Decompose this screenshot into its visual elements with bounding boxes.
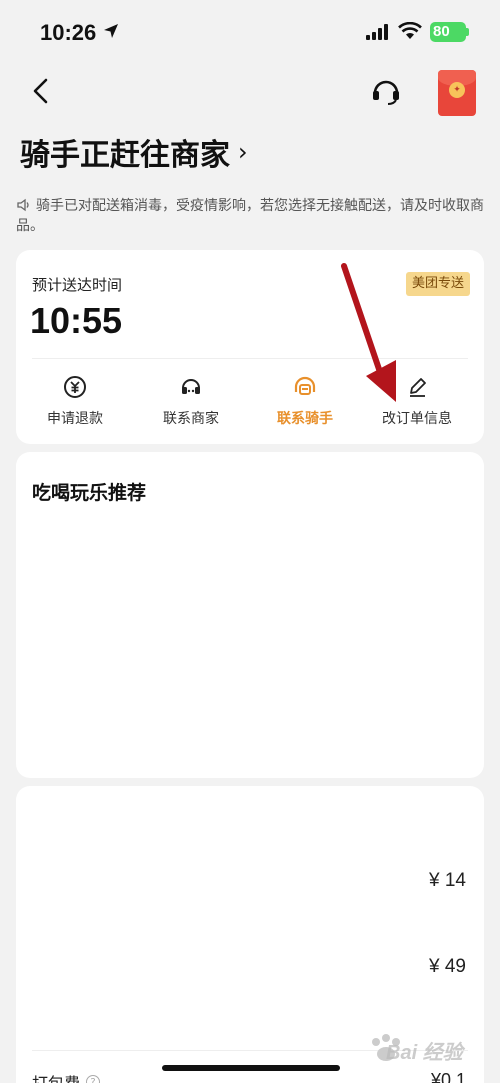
recommend-card: 吃喝玩乐推荐 (16, 452, 484, 778)
status-time: 10:26 (40, 20, 97, 45)
packing-fee-label: 打包费 (32, 1070, 80, 1083)
eta-card: 预计送达时间 10:55 美团专送 申请退款 联系商家 联系骑手 改订单信息 (16, 250, 484, 444)
wifi-icon (398, 22, 422, 39)
edit-order-label: 改订单信息 (382, 411, 452, 427)
red-packet-coin: ✦ (449, 82, 465, 98)
eta-label: 预计送达时间 (32, 276, 123, 294)
edit-icon (410, 378, 426, 397)
contact-merchant-button[interactable]: 联系商家 (136, 374, 246, 428)
page-title[interactable]: 骑手正赶往商家 › (20, 130, 248, 174)
packing-fee-row: 打包费 ? (32, 1070, 101, 1083)
battery-cap (466, 28, 469, 36)
divider (32, 358, 468, 359)
delivery-badge: 美团专送 (405, 272, 470, 296)
recommend-title: 吃喝玩乐推荐 (32, 482, 147, 504)
eta-time: 10:55 (30, 300, 123, 341)
refund-label: 申请退款 (47, 411, 103, 427)
item-price: ¥ 49 (429, 956, 466, 977)
merchant-icon (182, 379, 200, 394)
contact-rider-button[interactable]: 联系骑手 (250, 374, 360, 428)
notice-bar: 骑手已对配送箱消毒，受疫情影响，若您选择无接触配送，请及时收取商品。 (16, 196, 486, 236)
location-arrow-icon (104, 24, 118, 38)
chevron-right-icon: › (238, 138, 248, 166)
item-price: ¥ 14 (429, 870, 466, 891)
speaker-icon (17, 198, 29, 212)
status-bar: 10:26 80 (0, 0, 500, 66)
refund-button[interactable]: 申请退款 (20, 374, 130, 428)
battery-indicator: 80 (430, 22, 466, 42)
rider-icon (294, 376, 316, 395)
home-indicator[interactable] (162, 1065, 340, 1071)
back-icon[interactable] (28, 76, 54, 106)
page-title-text: 骑手正赶往商家 (20, 138, 230, 173)
customer-service-icon[interactable] (370, 76, 402, 106)
contact-rider-label: 联系骑手 (277, 411, 333, 427)
packing-fee-amount: ¥0.1 (430, 1070, 466, 1083)
contact-merchant-label: 联系商家 (163, 411, 219, 427)
red-packet-icon[interactable]: ✦ (438, 70, 476, 116)
info-icon[interactable]: ? (86, 1075, 101, 1083)
edit-order-button[interactable]: 改订单信息 (362, 374, 472, 428)
watermark-text: Bai 经验 (386, 1042, 463, 1064)
notice-text: 骑手已对配送箱消毒，受疫情影响，若您选择无接触配送，请及时收取商品。 (16, 198, 484, 234)
refund-icon (64, 376, 86, 398)
cellular-signal-icon (366, 24, 388, 40)
